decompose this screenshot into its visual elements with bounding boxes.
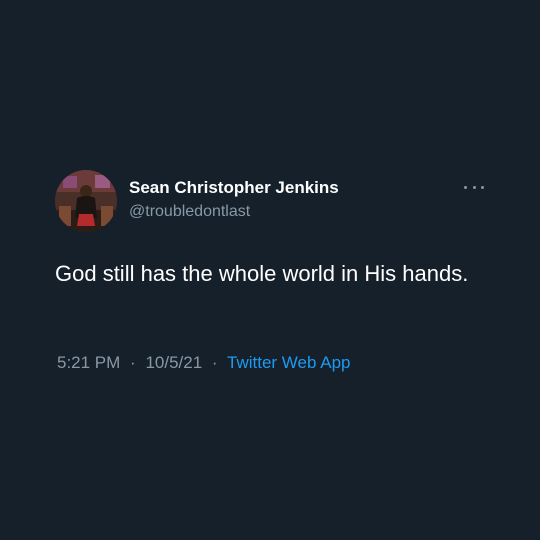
avatar[interactable] [55,170,117,232]
tweet-time[interactable]: 5:21 PM [57,353,120,372]
tweet-text: God still has the whole world in His han… [55,261,469,286]
more-horizontal-icon [464,185,467,189]
separator: · [211,353,218,372]
tweet-card: Sean Christopher Jenkins @troubledontlas… [0,0,540,540]
more-horizontal-icon [481,185,484,189]
tweet-metadata: 5:21 PM · 10/5/21 · Twitter Web App [57,353,350,373]
tweet-source-link[interactable]: Twitter Web App [227,353,350,372]
tweet-date[interactable]: 10/5/21 [145,353,202,372]
more-options-button[interactable] [464,180,484,194]
display-name[interactable]: Sean Christopher Jenkins [129,178,339,198]
separator: · [130,353,136,372]
user-handle[interactable]: @troubledontlast [129,203,250,221]
avatar-photo [55,170,117,232]
more-horizontal-icon [472,185,476,189]
